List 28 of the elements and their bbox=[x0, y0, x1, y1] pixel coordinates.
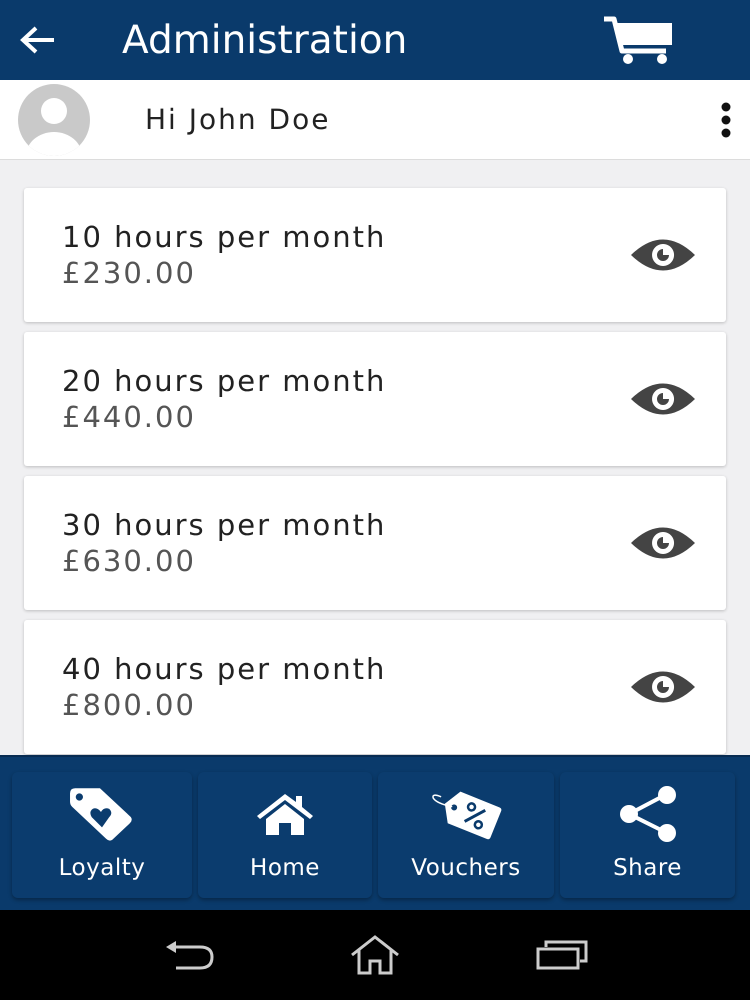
home-icon bbox=[255, 792, 315, 836]
plan-card[interactable]: 40 hours per month £800.00 bbox=[24, 620, 726, 754]
recent-apps-icon[interactable] bbox=[536, 940, 588, 970]
nav-button[interactable]: Vouchers bbox=[378, 772, 554, 898]
more-options-icon[interactable] bbox=[720, 102, 732, 138]
nav-button[interactable]: Share bbox=[560, 772, 735, 898]
plan-card[interactable]: 10 hours per month £230.00 bbox=[24, 188, 726, 322]
view-eye-icon[interactable] bbox=[630, 526, 696, 560]
nav-button[interactable]: Home bbox=[198, 772, 372, 898]
system-home-icon[interactable] bbox=[349, 935, 401, 975]
view-eye-icon[interactable] bbox=[630, 382, 696, 416]
plan-name: 30 hours per month bbox=[62, 508, 388, 542]
view-eye-icon[interactable] bbox=[630, 670, 696, 704]
plan-card[interactable]: 30 hours per month £630.00 bbox=[24, 476, 726, 610]
plan-card[interactable]: 20 hours per month £440.00 bbox=[24, 332, 726, 466]
page-title: Administration bbox=[122, 18, 408, 62]
plan-price: £440.00 bbox=[62, 400, 197, 434]
plan-price: £800.00 bbox=[62, 688, 197, 722]
plan-name: 10 hours per month bbox=[62, 220, 388, 254]
plan-name: 20 hours per month bbox=[62, 364, 388, 398]
nav-button[interactable]: Loyalty bbox=[12, 772, 192, 898]
shopping-cart-icon[interactable] bbox=[602, 15, 674, 65]
plan-name: 40 hours per month bbox=[62, 652, 388, 686]
plan-price: £630.00 bbox=[62, 544, 197, 578]
greeting-text: Hi John Doe bbox=[145, 103, 332, 136]
avatar-icon bbox=[18, 84, 90, 156]
view-eye-icon[interactable] bbox=[630, 238, 696, 272]
plan-price: £230.00 bbox=[62, 256, 197, 290]
